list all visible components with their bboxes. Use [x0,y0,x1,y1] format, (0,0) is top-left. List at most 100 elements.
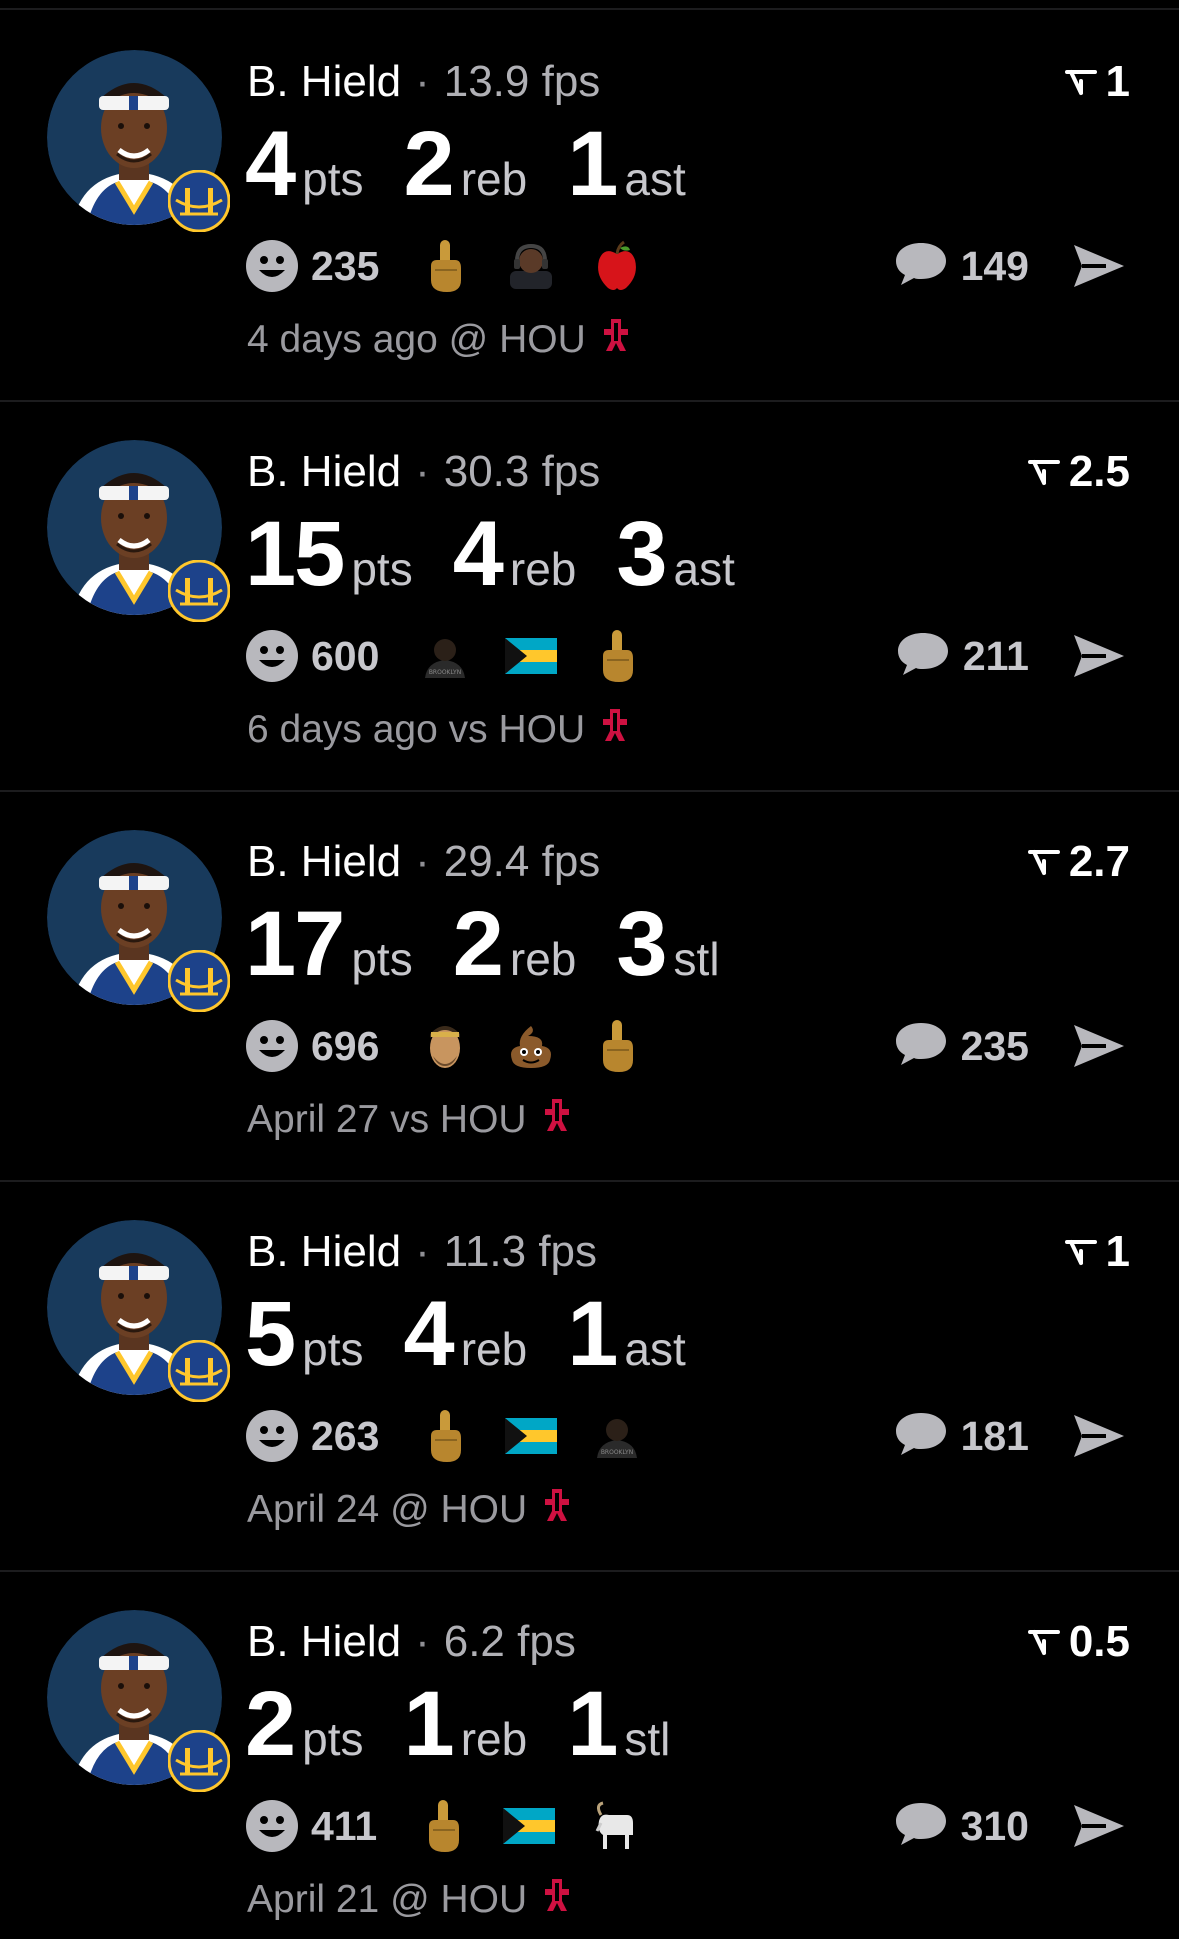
game-meta: 6 days ago vs HOU [247,707,629,753]
chat-bubble-icon [893,1020,949,1073]
stat-label: reb [460,153,528,205]
warriors-logo-icon [167,1339,231,1403]
player-face-icon[interactable] [417,1018,473,1074]
reaction-count[interactable]: 411 [311,1803,377,1850]
player-name[interactable]: B. Hield [247,57,401,106]
threshold-arrow-icon [1027,1627,1061,1657]
middle-finger-icon[interactable] [589,1018,645,1074]
prop-card[interactable]: B. Hield · 29.4 fps 2.7 17 pts 2 reb 3 stl 696 235 A… [0,790,1179,1182]
send-icon[interactable] [1070,1408,1130,1464]
stat-label: reb [509,543,577,595]
separator-dot: · [415,837,430,886]
stat-value: 3 [616,503,667,605]
lines-badge[interactable]: 0.5 [1027,1616,1130,1668]
threshold-arrow-icon [1064,67,1098,97]
send-icon[interactable] [1070,1018,1130,1074]
smile-icon[interactable] [245,1409,299,1463]
middle-finger-icon[interactable] [415,1798,471,1854]
middle-finger-icon[interactable] [417,238,473,294]
warriors-logo-icon [167,1729,231,1793]
stat-label: pts [302,1713,364,1765]
stat-value: 1 [567,113,618,215]
send-icon[interactable] [1070,1798,1130,1854]
goat-icon[interactable] [587,1798,643,1854]
reactions-bar: 263 BROOKLYN [245,1408,675,1464]
stat-label: ast [624,1323,686,1375]
stat-value: 1 [567,1673,618,1775]
stat-label: reb [460,1323,528,1375]
brooklyn-player-icon[interactable]: BROOKLYN [417,628,473,684]
reaction-count[interactable]: 235 [311,243,379,290]
reactions-bar: 411 [245,1798,673,1854]
prop-card[interactable]: B. Hield · 11.3 fps 1 5 pts 4 reb 1 ast 263 BROOKLY… [0,1180,1179,1572]
comments-button[interactable]: 181 [893,1408,1029,1464]
svg-text:BROOKLYN: BROOKLYN [601,1449,633,1456]
prop-card[interactable]: B. Hield · 13.9 fps 1 4 pts 2 reb 1 ast 235 149 4 da… [0,10,1179,402]
brooklyn-player-icon[interactable]: BROOKLYN [589,1408,645,1464]
comments-button[interactable]: 149 [893,238,1029,294]
reaction-count[interactable]: 263 [311,1413,379,1460]
warriors-logo-icon [167,559,231,623]
rockets-logo-icon [543,1877,571,1923]
comment-count: 235 [960,1022,1029,1069]
reactions-bar: 600 BROOKLYN [245,628,675,684]
lines-badge[interactable]: 2.7 [1027,836,1130,888]
threshold-arrow-icon [1027,457,1061,487]
game-meta: April 21 @ HOU [247,1877,571,1923]
reactions-bar: 696 [245,1018,675,1074]
feed: B. Hield · 13.9 fps 1 4 pts 2 reb 1 ast 235 149 4 da… [0,0,1179,1939]
player-line: B. Hield · 30.3 fps [247,446,600,498]
send-icon[interactable] [1070,628,1130,684]
threshold-arrow-icon [1027,847,1061,877]
player-line: B. Hield · 6.2 fps [247,1616,576,1668]
prop-card[interactable]: B. Hield · 30.3 fps 2.5 15 pts 4 reb 3 ast 600 BROO… [0,400,1179,792]
comment-count: 149 [960,242,1029,289]
fps-value: 11.3 fps [443,1227,598,1276]
comments-button[interactable]: 211 [895,628,1029,684]
prop-card[interactable]: B. Hield · 6.2 fps 0.5 2 pts 1 reb 1 stl 411 310 Apr… [0,1570,1179,1939]
stat-label: pts [302,153,364,205]
player-name[interactable]: B. Hield [247,1617,401,1666]
bahamas-flag-icon[interactable] [501,1798,557,1854]
send-icon[interactable] [1070,238,1130,294]
stat-value: 17 [245,893,345,995]
game-info: 6 days ago vs HOU [247,708,586,751]
player-name[interactable]: B. Hield [247,837,401,886]
rockets-logo-icon [602,317,630,363]
smile-icon[interactable] [245,1799,299,1853]
lines-badge[interactable]: 1 [1064,56,1130,108]
stat-line: 15 pts 4 reb 3 ast [245,504,775,604]
stat-value: 1 [567,1283,618,1385]
reaction-count[interactable]: 600 [311,633,379,680]
stat-value: 2 [245,1673,296,1775]
game-info: April 27 vs HOU [247,1098,527,1141]
lines-badge[interactable]: 1 [1064,1226,1130,1278]
smile-icon[interactable] [245,1019,299,1073]
smile-icon[interactable] [245,239,299,293]
stat-value: 15 [245,503,345,605]
stat-label: stl [673,933,720,985]
bahamas-flag-icon[interactable] [503,628,559,684]
lines-badge[interactable]: 2.5 [1027,446,1130,498]
chat-bubble-icon [893,1410,949,1463]
poop-icon[interactable] [503,1018,559,1074]
player-name[interactable]: B. Hield [247,447,401,496]
bahamas-flag-icon[interactable] [503,1408,559,1464]
game-info: April 21 @ HOU [247,1878,528,1921]
middle-finger-icon[interactable] [589,628,645,684]
stat-value: 4 [403,1283,455,1385]
middle-finger-icon[interactable] [417,1408,473,1464]
lines-value: 2.7 [1068,837,1130,886]
reaction-count[interactable]: 696 [311,1023,379,1070]
comments-button[interactable]: 235 [893,1018,1029,1074]
fps-value: 6.2 fps [443,1617,576,1666]
smile-icon[interactable] [245,629,299,683]
comments-button[interactable]: 310 [893,1798,1029,1854]
player-line: B. Hield · 11.3 fps [247,1226,597,1278]
comment-count: 211 [962,632,1029,679]
lines-value: 1 [1105,1227,1130,1276]
separator-dot: · [415,447,430,496]
person-headset-icon[interactable] [503,238,559,294]
player-name[interactable]: B. Hield [247,1227,401,1276]
apple-icon[interactable] [589,238,645,294]
